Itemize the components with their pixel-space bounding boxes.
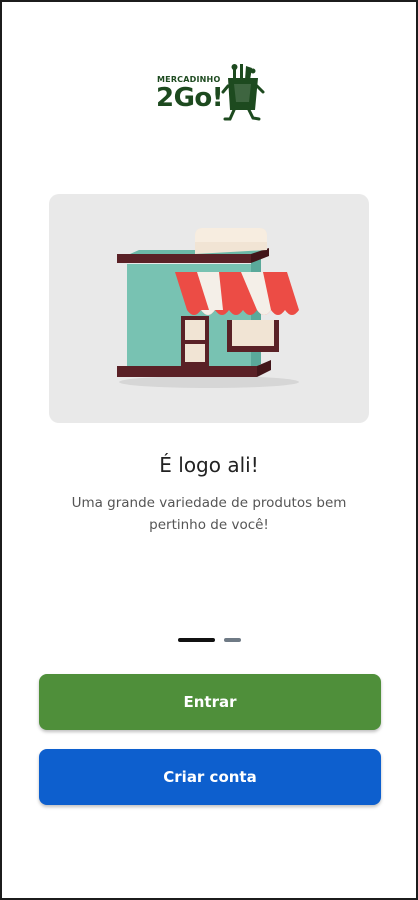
onboarding-illustration-card [49,194,369,423]
onboarding-description: Uma grande variedade de produtos bem per… [71,495,347,533]
shopping-bag-icon [221,64,265,121]
logo-wordmark-main: 2Go! [156,83,224,113]
storefront-icon [117,228,299,388]
pagination-dot-inactive[interactable] [224,638,241,642]
app-logo: MERCADINHO 2Go! [152,60,270,124]
app-screen: MERCADINHO 2Go! É logo ali! Uma grande v… [0,0,418,900]
onboarding-title: É logo ali! [159,453,259,477]
pagination-dot-active[interactable] [178,638,215,642]
create-account-button[interactable]: Criar conta [39,749,381,805]
login-button[interactable]: Entrar [39,674,381,730]
